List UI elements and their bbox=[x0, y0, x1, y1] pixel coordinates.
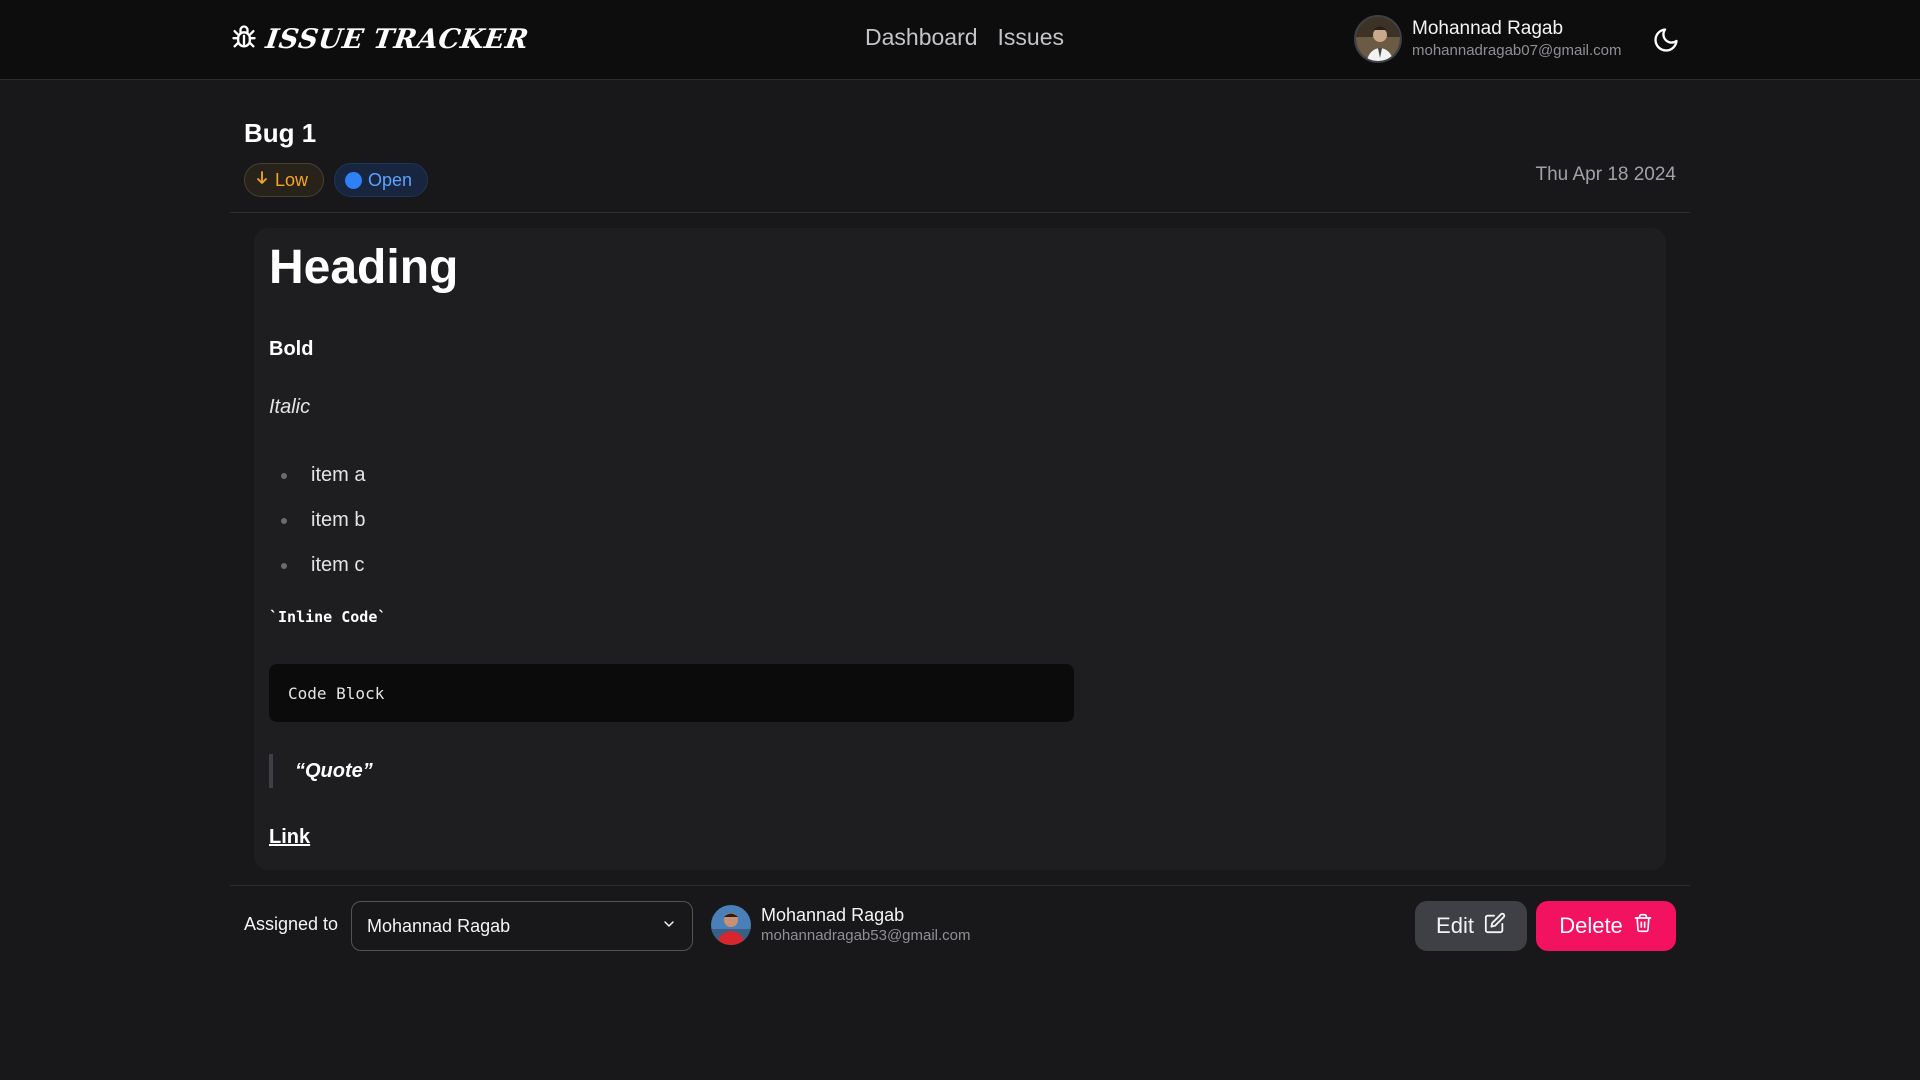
status-dot-icon bbox=[345, 171, 363, 189]
logo-text: Issue Tracker bbox=[263, 23, 531, 55]
divider bbox=[230, 885, 1690, 886]
arrow-down-icon bbox=[255, 170, 269, 191]
list-item: item c bbox=[269, 543, 365, 588]
delete-button[interactable]: Delete bbox=[1536, 901, 1676, 951]
quote-text: “Quote” bbox=[295, 759, 373, 782]
edit-button-label: Edit bbox=[1436, 913, 1474, 938]
user-info: Mohannad Ragab mohannadragab07@gmail.com bbox=[1412, 17, 1622, 61]
assigned-to-label: Assigned to bbox=[244, 914, 339, 934]
md-heading: Heading bbox=[269, 241, 459, 294]
chevron-down-icon bbox=[661, 916, 677, 937]
avatar[interactable] bbox=[1354, 15, 1402, 63]
bullet-icon bbox=[281, 517, 287, 524]
trash-icon bbox=[1633, 912, 1653, 940]
list-item-label: item a bbox=[311, 464, 366, 486]
navbar: Issue Tracker Dashboard Issues Mohannad … bbox=[0, 0, 1920, 80]
user-menu[interactable]: Mohannad Ragab mohannadragab07@gmail.com bbox=[1354, 15, 1622, 63]
status-badge: Open bbox=[334, 163, 429, 197]
main-nav: Dashboard Issues bbox=[865, 24, 1064, 51]
md-italic-text: Italic bbox=[269, 396, 311, 418]
nav-link-issues[interactable]: Issues bbox=[998, 24, 1064, 51]
assignee-info: Mohannad Ragab mohannadragab53@gmail.com bbox=[711, 904, 971, 946]
bullet-icon bbox=[281, 472, 287, 479]
status-label: Open bbox=[368, 169, 413, 190]
nav-link-dashboard[interactable]: Dashboard bbox=[865, 24, 978, 51]
md-blockquote: “Quote” bbox=[269, 754, 373, 788]
delete-button-label: Delete bbox=[1559, 913, 1623, 938]
assignee-select-value: Mohannad Ragab bbox=[367, 915, 511, 936]
app-logo[interactable]: Issue Tracker bbox=[230, 20, 531, 58]
page-title: Bug 1 bbox=[244, 118, 317, 148]
edit-button[interactable]: Edit bbox=[1415, 901, 1527, 951]
md-list: item a item b item c bbox=[269, 453, 365, 588]
user-email: mohannadragab07@gmail.com bbox=[1412, 42, 1622, 59]
issue-description-card: Heading Bold Italic item a item b item c… bbox=[254, 228, 1666, 870]
moon-icon[interactable] bbox=[1652, 26, 1680, 54]
md-link[interactable]: Link bbox=[269, 826, 310, 849]
divider bbox=[230, 212, 1690, 213]
avatar bbox=[711, 905, 751, 945]
list-item: item a bbox=[269, 453, 365, 498]
code-block-text: Code Block bbox=[288, 683, 385, 703]
md-bold-text: Bold bbox=[269, 338, 314, 360]
priority-badge: Low bbox=[244, 163, 325, 197]
bug-icon bbox=[230, 23, 258, 56]
issue-date: Thu Apr 18 2024 bbox=[1535, 164, 1677, 185]
bullet-icon bbox=[281, 562, 287, 569]
issue-badges: Low Open bbox=[244, 163, 429, 197]
assignee-email: mohannadragab53@gmail.com bbox=[761, 927, 971, 944]
list-item: item b bbox=[269, 498, 365, 543]
md-inline-code: `Inline Code` bbox=[269, 608, 387, 626]
list-item-label: item c bbox=[311, 554, 365, 576]
priority-label: Low bbox=[275, 169, 309, 190]
list-item-label: item b bbox=[311, 509, 366, 531]
assignee-select[interactable]: Mohannad Ragab bbox=[351, 901, 693, 951]
edit-icon bbox=[1484, 912, 1506, 940]
assignee-name: Mohannad Ragab bbox=[761, 905, 905, 925]
assignee-text: Mohannad Ragab mohannadragab53@gmail.com bbox=[761, 904, 971, 946]
user-name: Mohannad Ragab bbox=[1412, 18, 1564, 39]
md-code-block: Code Block bbox=[269, 664, 1074, 722]
